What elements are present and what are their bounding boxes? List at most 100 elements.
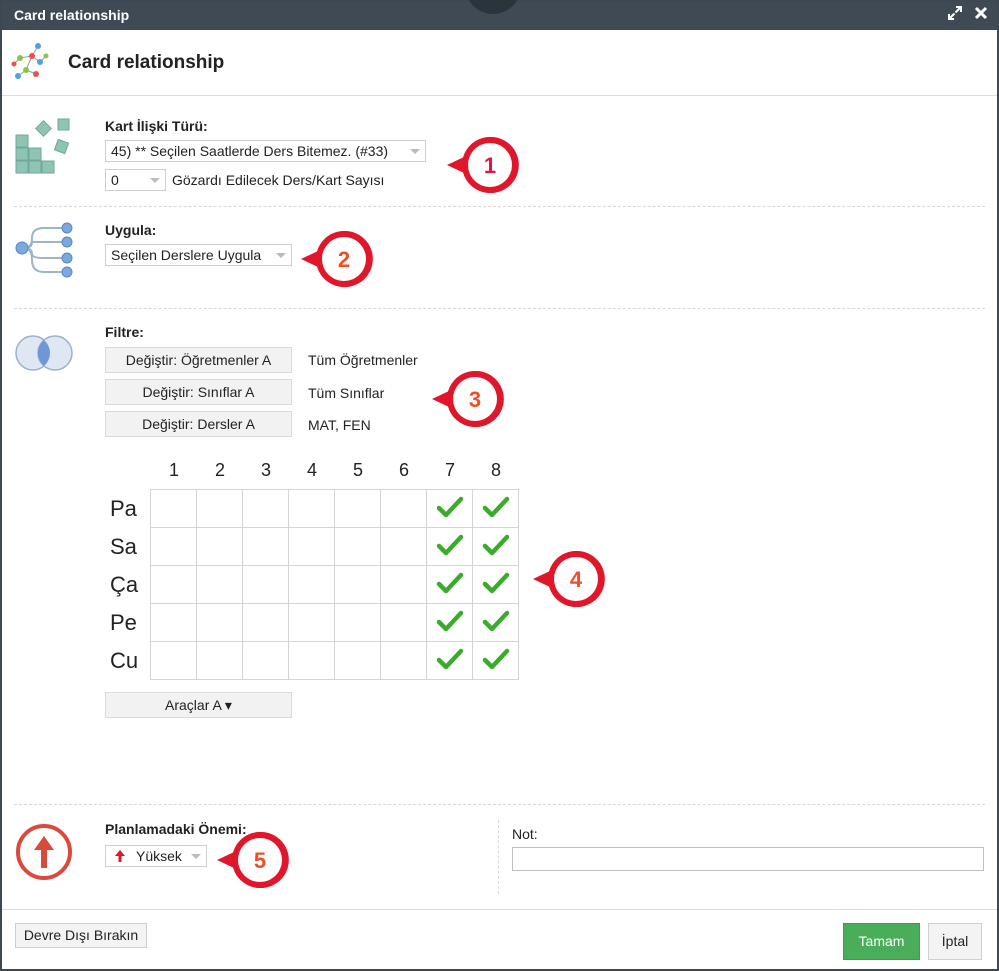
ignore-count-select[interactable]: 0 (105, 169, 166, 191)
grid-cell[interactable] (242, 565, 289, 604)
grid-cell[interactable] (196, 603, 243, 642)
grid-cell[interactable] (196, 565, 243, 604)
classes-filter-value: Tüm Sınıflar (308, 385, 385, 401)
grid-cell[interactable] (426, 641, 473, 680)
time-grid (150, 489, 519, 680)
grid-column-header: 8 (490, 460, 501, 480)
marker-3: 3 (432, 371, 504, 427)
title-bar[interactable]: Card relationship (2, 0, 997, 30)
cancel-button[interactable]: İptal (928, 923, 982, 960)
grid-cell[interactable] (334, 641, 381, 680)
grid-cell[interactable] (288, 565, 335, 604)
arrow-up-icon (114, 849, 126, 866)
network-icon (10, 42, 50, 85)
grid-cell[interactable] (426, 489, 473, 528)
marker-number: 5 (254, 848, 266, 873)
marker-1: 1 (447, 137, 519, 193)
marker-2: 2 (301, 231, 373, 287)
section-divider (14, 804, 985, 805)
grid-row-header: Ça (110, 572, 139, 597)
grid-row-header: Pe (110, 610, 137, 635)
blocks-icon (14, 115, 74, 178)
tools-button[interactable]: Araçlar A ▾ (105, 692, 292, 718)
grid-column-header: 6 (398, 460, 409, 480)
grid-cell[interactable] (426, 565, 473, 604)
table-row (150, 603, 519, 642)
grid-cell[interactable] (380, 641, 427, 680)
grid-cell[interactable] (242, 489, 289, 528)
grid-column-header: 1 (168, 460, 179, 480)
grid-cell[interactable] (288, 489, 335, 528)
grid-cell[interactable] (150, 603, 197, 642)
grid-cell[interactable] (288, 641, 335, 680)
table-row (150, 527, 519, 566)
grid-cell[interactable] (242, 527, 289, 566)
grid-cell[interactable] (426, 527, 473, 566)
grid-cell[interactable] (196, 641, 243, 680)
grid-cell[interactable] (150, 641, 197, 680)
marker-number: 3 (469, 387, 481, 412)
grid-cell[interactable] (150, 489, 197, 528)
grid-cell[interactable] (380, 489, 427, 528)
teachers-filter-value: Tüm Öğretmenler (308, 352, 418, 368)
grid-cell[interactable] (334, 489, 381, 528)
grid-cell[interactable] (288, 527, 335, 566)
change-teachers-button[interactable]: Değiştir: Öğretmenler A (105, 347, 292, 373)
apply-value: Seçilen Derslere Uygula (111, 247, 262, 263)
importance-value: Yüksek (136, 848, 182, 864)
subjects-filter-value: MAT, FEN (308, 417, 371, 433)
grid-cell[interactable] (472, 641, 519, 680)
vertical-divider (498, 820, 499, 894)
marker-number: 2 (338, 247, 350, 272)
grid-cell[interactable] (196, 527, 243, 566)
apply-select[interactable]: Seçilen Derslere Uygula (105, 244, 292, 266)
disable-button[interactable]: Devre Dışı Bırakın (15, 923, 147, 948)
chevron-down-icon (276, 253, 286, 258)
chevron-down-icon (150, 178, 160, 183)
grid-column-header: 7 (444, 460, 455, 480)
grid-cell[interactable] (334, 603, 381, 642)
relationship-type-select[interactable]: 45) ** Seçilen Saatlerde Ders Bitemez. (… (105, 140, 426, 162)
grid-row-header: Pa (110, 496, 137, 521)
grid-cell[interactable] (242, 603, 289, 642)
table-row (150, 641, 519, 680)
grid-cell[interactable] (472, 565, 519, 604)
grid-cell[interactable] (150, 565, 197, 604)
checkmark-icon (436, 496, 464, 522)
dialog-footer (2, 909, 997, 910)
grid-cell[interactable] (380, 565, 427, 604)
expand-icon[interactable] (946, 6, 964, 24)
checkmark-icon (482, 496, 510, 522)
change-subjects-button[interactable]: Değiştir: Dersler A (105, 411, 292, 437)
dialog-window: Card relationship Card relationship Kart… (0, 0, 999, 971)
dialog-header: Card relationship (2, 30, 997, 96)
grid-cell[interactable] (288, 603, 335, 642)
change-classes-button[interactable]: Değiştir: Sınıflar A (105, 379, 292, 405)
marker-4: 4 (533, 551, 605, 607)
grid-cell[interactable] (150, 527, 197, 566)
note-input[interactable] (512, 847, 984, 871)
checkmark-icon (482, 572, 510, 598)
table-row (150, 565, 519, 604)
title-notch (465, 0, 521, 14)
grid-cell[interactable] (380, 527, 427, 566)
grid-cell[interactable] (426, 603, 473, 642)
grid-cell[interactable] (380, 603, 427, 642)
grid-cell[interactable] (196, 489, 243, 528)
checkmark-icon (482, 610, 510, 636)
importance-select[interactable]: Yüksek (105, 845, 207, 867)
note-label: Not: (512, 826, 538, 842)
grid-cell[interactable] (472, 489, 519, 528)
close-icon[interactable] (972, 6, 990, 24)
grid-row-header: Cu (110, 648, 139, 673)
grid-cell[interactable] (334, 527, 381, 566)
marker-5: 5 (217, 832, 289, 888)
ok-button[interactable]: Tamam (843, 923, 920, 960)
grid-cell[interactable] (242, 641, 289, 680)
venn-icon (13, 334, 75, 375)
grid-cell[interactable] (472, 527, 519, 566)
checkmark-icon (436, 610, 464, 636)
header-title: Card relationship (68, 52, 225, 73)
grid-cell[interactable] (334, 565, 381, 604)
grid-cell[interactable] (472, 603, 519, 642)
